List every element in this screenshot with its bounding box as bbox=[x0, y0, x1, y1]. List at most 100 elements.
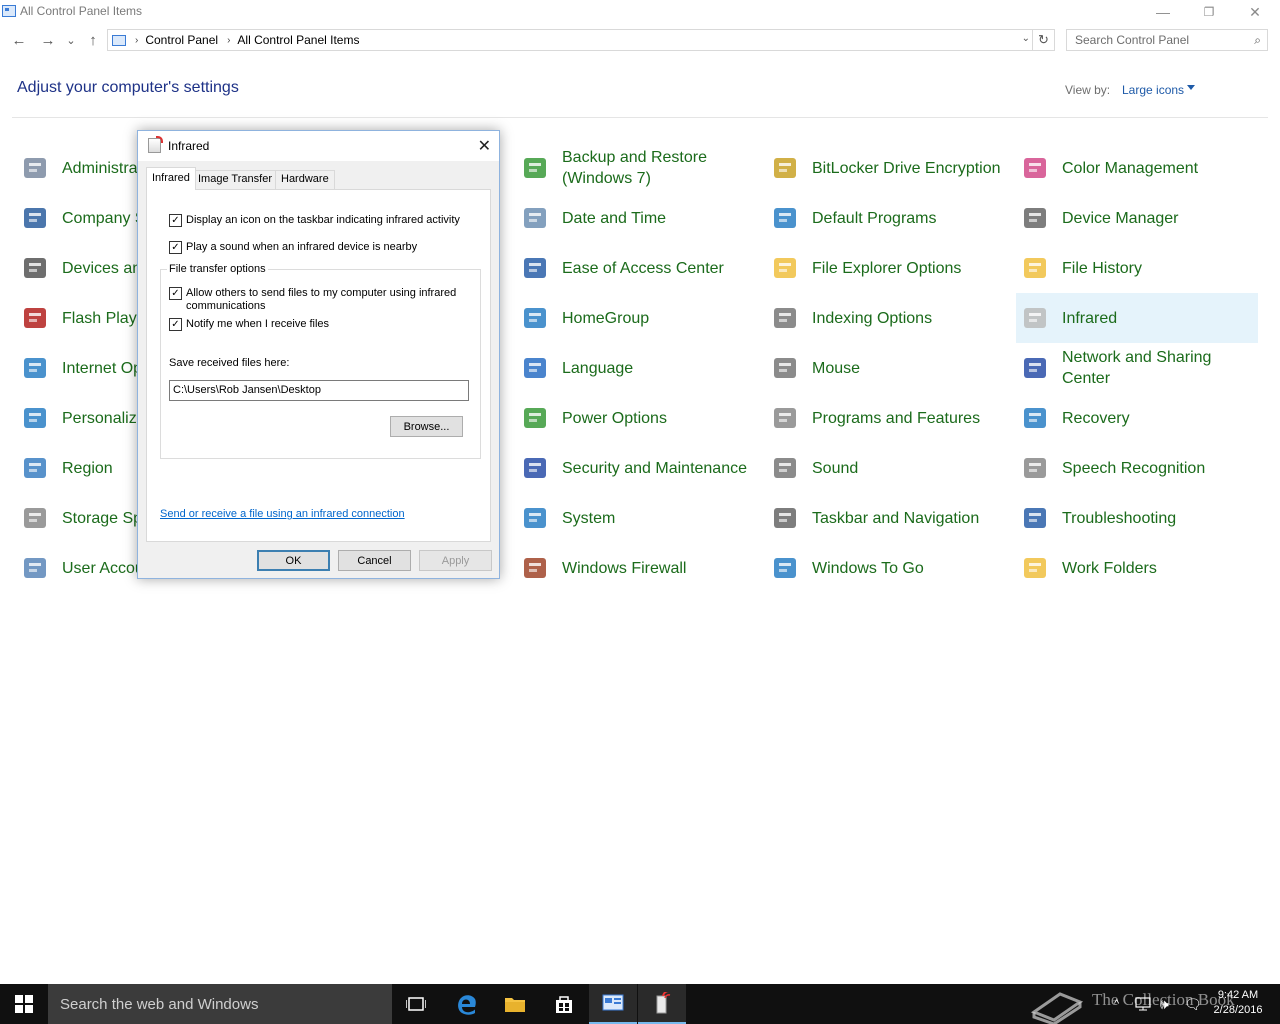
apply-button[interactable]: Apply bbox=[419, 550, 492, 571]
recent-locations-button[interactable]: ⌄ bbox=[62, 28, 80, 52]
minimize-button[interactable]: — bbox=[1140, 0, 1186, 24]
control-panel-item[interactable]: System bbox=[516, 493, 758, 543]
close-button[interactable]: ✕ bbox=[1232, 0, 1278, 24]
control-panel-item[interactable]: Work Folders bbox=[1016, 543, 1258, 593]
control-panel-item-label[interactable]: Date and Time bbox=[562, 193, 754, 243]
edge-button[interactable] bbox=[443, 984, 491, 1024]
control-panel-item[interactable]: File History bbox=[1016, 243, 1258, 293]
dialog-close-button[interactable]: ✕ bbox=[478, 136, 491, 156]
checkbox-box[interactable]: ✓ bbox=[169, 318, 182, 331]
control-panel-item[interactable]: Device Manager bbox=[1016, 193, 1258, 243]
control-panel-item-label[interactable]: Windows To Go bbox=[812, 543, 1004, 593]
start-button[interactable] bbox=[0, 984, 48, 1024]
control-panel-item[interactable]: Color Management bbox=[1016, 143, 1258, 193]
tab-image-transfer[interactable]: Image Transfer bbox=[192, 170, 278, 189]
up-button[interactable]: ↑ bbox=[82, 28, 104, 52]
allow-send-label[interactable]: Allow others to send files to my compute… bbox=[186, 287, 459, 313]
control-panel-item-label[interactable]: Power Options bbox=[562, 393, 754, 443]
checkbox-box[interactable]: ✓ bbox=[169, 287, 182, 300]
breadcrumb-all-items[interactable]: All Control Panel Items bbox=[237, 33, 359, 47]
task-view-button[interactable] bbox=[392, 984, 440, 1024]
control-panel-item[interactable]: Default Programs bbox=[766, 193, 1008, 243]
address-bar[interactable]: › Control Panel › All Control Panel Item… bbox=[107, 29, 1033, 51]
control-panel-item[interactable]: Mouse bbox=[766, 343, 1008, 393]
display-icon-checkbox[interactable]: ✓ Display an icon on the taskbar indicat… bbox=[169, 214, 460, 227]
control-panel-item-label[interactable]: Ease of Access Center bbox=[562, 243, 754, 293]
control-panel-item-label[interactable]: Work Folders bbox=[1062, 543, 1254, 593]
play-sound-label[interactable]: Play a sound when an infrared device is … bbox=[186, 241, 417, 254]
clock[interactable]: 9:42 AM 2/28/2016 bbox=[1208, 988, 1268, 1018]
volume-tray-button[interactable]: 🕪 bbox=[1160, 984, 1169, 1024]
checkbox-box[interactable]: ✓ bbox=[169, 241, 182, 254]
control-panel-item[interactable]: Network and Sharing Center bbox=[1016, 343, 1258, 393]
view-by-dropdown[interactable]: Large icons bbox=[1122, 83, 1184, 97]
control-panel-item[interactable]: Taskbar and Navigation bbox=[766, 493, 1008, 543]
control-panel-item-label[interactable]: Indexing Options bbox=[812, 293, 1004, 343]
chevron-right-icon[interactable]: › bbox=[135, 35, 138, 46]
notify-label[interactable]: Notify me when I receive files bbox=[186, 318, 329, 331]
control-panel-item-label[interactable]: Language bbox=[562, 343, 754, 393]
control-panel-item-label[interactable]: Recovery bbox=[1062, 393, 1254, 443]
tab-hardware[interactable]: Hardware bbox=[275, 170, 335, 189]
display-icon-label[interactable]: Display an icon on the taskbar indicatin… bbox=[186, 214, 460, 227]
play-sound-checkbox[interactable]: ✓ Play a sound when an infrared device i… bbox=[169, 241, 417, 254]
control-panel-item-label[interactable]: Sound bbox=[812, 443, 1004, 493]
control-panel-taskbar-button[interactable] bbox=[589, 984, 637, 1024]
control-panel-item[interactable]: BitLocker Drive Encryption bbox=[766, 143, 1008, 193]
control-panel-item-label[interactable]: Infrared bbox=[1062, 293, 1254, 343]
control-panel-item-label[interactable]: Device Manager bbox=[1062, 193, 1254, 243]
store-button[interactable] bbox=[540, 984, 588, 1024]
infrared-taskbar-button[interactable] bbox=[638, 984, 686, 1024]
control-panel-item[interactable]: HomeGroup bbox=[516, 293, 758, 343]
control-panel-item[interactable]: Windows Firewall bbox=[516, 543, 758, 593]
control-panel-item[interactable]: Programs and Features bbox=[766, 393, 1008, 443]
taskbar-search-input[interactable]: Search the web and Windows bbox=[48, 984, 392, 1024]
control-panel-item-label[interactable]: Default Programs bbox=[812, 193, 1004, 243]
control-panel-item-label[interactable]: Taskbar and Navigation bbox=[812, 493, 1004, 543]
breadcrumb-control-panel[interactable]: Control Panel bbox=[145, 33, 218, 47]
send-receive-link[interactable]: Send or receive a file using an infrared… bbox=[160, 508, 405, 520]
control-panel-item-label[interactable]: File Explorer Options bbox=[812, 243, 1004, 293]
control-panel-item[interactable]: Troubleshooting bbox=[1016, 493, 1258, 543]
control-panel-item[interactable]: Backup and Restore (Windows 7) bbox=[516, 143, 758, 193]
checkbox-box[interactable]: ✓ bbox=[169, 214, 182, 227]
control-panel-item-label[interactable]: Programs and Features bbox=[812, 393, 1004, 443]
back-button[interactable]: ← bbox=[8, 28, 30, 52]
control-panel-item[interactable]: Recovery bbox=[1016, 393, 1258, 443]
control-panel-item-label[interactable]: System bbox=[562, 493, 754, 543]
control-panel-item-label[interactable]: Troubleshooting bbox=[1062, 493, 1254, 543]
control-panel-item[interactable]: Indexing Options bbox=[766, 293, 1008, 343]
control-panel-item-label[interactable]: File History bbox=[1062, 243, 1254, 293]
control-panel-item-label[interactable]: BitLocker Drive Encryption bbox=[812, 143, 1004, 193]
cancel-button[interactable]: Cancel bbox=[338, 550, 411, 571]
show-hidden-icons-button[interactable]: ^ bbox=[1114, 984, 1119, 1024]
control-panel-item-label[interactable]: Speech Recognition bbox=[1062, 443, 1254, 493]
refresh-button[interactable]: ↻ bbox=[1033, 29, 1055, 51]
restore-button[interactable]: ❐ bbox=[1186, 0, 1232, 24]
ok-button[interactable]: OK bbox=[257, 550, 330, 571]
control-panel-item-label[interactable]: Color Management bbox=[1062, 143, 1254, 193]
control-panel-item[interactable]: Infrared bbox=[1016, 293, 1258, 343]
control-panel-item[interactable]: Windows To Go bbox=[766, 543, 1008, 593]
control-panel-item-label[interactable]: Mouse bbox=[812, 343, 1004, 393]
control-panel-item[interactable]: Date and Time bbox=[516, 193, 758, 243]
search-icon[interactable]: ⌕ bbox=[1254, 33, 1261, 48]
search-input[interactable]: Search Control Panel ⌕ bbox=[1066, 29, 1268, 51]
notify-checkbox[interactable]: ✓ Notify me when I receive files bbox=[169, 318, 329, 331]
control-panel-item-label[interactable]: Backup and Restore (Windows 7) bbox=[562, 143, 754, 193]
network-tray-button[interactable] bbox=[1135, 984, 1151, 1024]
control-panel-item[interactable]: Sound bbox=[766, 443, 1008, 493]
control-panel-item-label[interactable]: Windows Firewall bbox=[562, 543, 754, 593]
control-panel-item[interactable]: Ease of Access Center bbox=[516, 243, 758, 293]
control-panel-item-label[interactable]: HomeGroup bbox=[562, 293, 754, 343]
control-panel-item[interactable]: Speech Recognition bbox=[1016, 443, 1258, 493]
file-explorer-button[interactable] bbox=[491, 984, 539, 1024]
chevron-right-icon[interactable]: › bbox=[227, 35, 230, 46]
save-path-field[interactable]: C:\Users\Rob Jansen\Desktop bbox=[169, 380, 469, 401]
chevron-down-icon[interactable] bbox=[1187, 85, 1195, 90]
control-panel-item[interactable]: Language bbox=[516, 343, 758, 393]
control-panel-item[interactable]: Security and Maintenance bbox=[516, 443, 758, 493]
tab-infrared[interactable]: Infrared bbox=[146, 167, 196, 190]
control-panel-item-label[interactable]: Security and Maintenance bbox=[562, 443, 754, 493]
control-panel-item[interactable]: Power Options bbox=[516, 393, 758, 443]
